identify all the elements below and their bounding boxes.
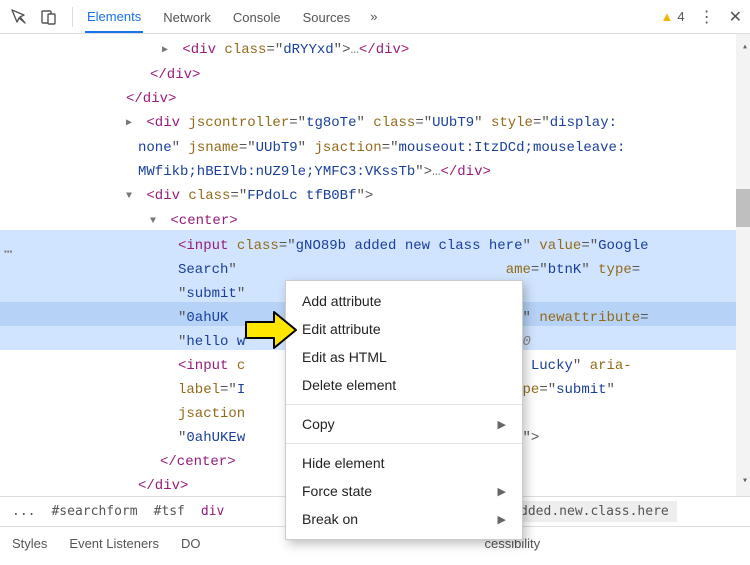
tab-styles[interactable]: Styles (12, 536, 47, 551)
dom-node[interactable]: <div (146, 188, 188, 204)
devtools-tabs: Elements Network Console Sources » (85, 1, 378, 32)
ctx-add-attribute[interactable]: Add attribute (286, 287, 522, 315)
dom-node[interactable]: <center> (170, 213, 237, 229)
breadcrumb-item[interactable]: div (201, 504, 224, 519)
dom-node[interactable]: <input (178, 358, 237, 374)
ctx-separator (286, 443, 522, 444)
submenu-arrow-icon: ▶ (498, 418, 506, 431)
collapse-icon[interactable]: ▼ (126, 185, 138, 209)
submenu-arrow-icon: ▶ (498, 513, 506, 526)
ctx-force-state[interactable]: Force state▶ (286, 477, 522, 505)
settings-menu-icon[interactable]: ⋮ (699, 7, 715, 27)
ctx-hide-element[interactable]: Hide element (286, 449, 522, 477)
close-icon[interactable]: ✕ (729, 7, 742, 27)
breadcrumb-overflow[interactable]: ... (12, 504, 35, 519)
tab-dom-breakpoints[interactable]: DO (181, 536, 201, 551)
warning-counter[interactable]: ▲ 4 (660, 9, 684, 24)
tab-sources[interactable]: Sources (301, 2, 353, 32)
tab-event-listeners[interactable]: Event Listeners (69, 536, 159, 551)
tab-elements[interactable]: Elements (85, 1, 143, 33)
tab-console[interactable]: Console (231, 2, 283, 32)
ctx-edit-attribute[interactable]: Edit attribute (286, 315, 522, 343)
scrollbar-thumb[interactable] (736, 189, 750, 227)
collapse-icon[interactable]: ▼ (150, 210, 162, 234)
scroll-up-icon[interactable]: ▴ (742, 36, 748, 60)
breadcrumb-item[interactable]: #tsf (154, 504, 185, 519)
ctx-copy[interactable]: Copy▶ (286, 410, 522, 438)
warning-count: 4 (677, 9, 684, 24)
scroll-down-icon[interactable]: ▾ (742, 470, 748, 494)
dom-node[interactable]: <div (146, 115, 188, 131)
context-menu: Add attribute Edit attribute Edit as HTM… (285, 280, 523, 540)
dom-node-close[interactable]: </div> (150, 67, 200, 83)
toolbar-separator (72, 7, 73, 27)
device-toggle-icon[interactable] (38, 6, 60, 28)
breadcrumb-item[interactable]: #searchform (51, 504, 137, 519)
submenu-arrow-icon: ▶ (498, 485, 506, 498)
warning-icon: ▲ (660, 9, 673, 24)
dom-node[interactable]: <div (182, 42, 224, 58)
breadcrumb-current[interactable]: .added.new.class.here (496, 501, 676, 522)
tab-network[interactable]: Network (161, 2, 213, 32)
ctx-delete-element[interactable]: Delete element (286, 371, 522, 399)
ctx-separator (286, 404, 522, 405)
dom-node-close[interactable]: </div> (138, 478, 188, 494)
inspect-icon[interactable] (8, 6, 30, 28)
devtools-toolbar: Elements Network Console Sources » ▲ 4 ⋮… (0, 0, 750, 34)
dom-node-selected[interactable]: <input (178, 238, 237, 254)
ctx-break-on[interactable]: Break on▶ (286, 505, 522, 533)
toolbar-right: ▲ 4 ⋮ ✕ (660, 7, 742, 27)
scrollbar-track[interactable]: ▴ ▾ (736, 34, 750, 496)
expand-icon[interactable]: ▶ (162, 39, 174, 63)
dom-node-close[interactable]: </div> (126, 91, 176, 107)
expand-icon[interactable]: ▶ (126, 112, 138, 136)
more-tabs-icon[interactable]: » (370, 9, 377, 24)
ctx-edit-as-html[interactable]: Edit as HTML (286, 343, 522, 371)
dom-node-close[interactable]: </center> (160, 454, 236, 470)
